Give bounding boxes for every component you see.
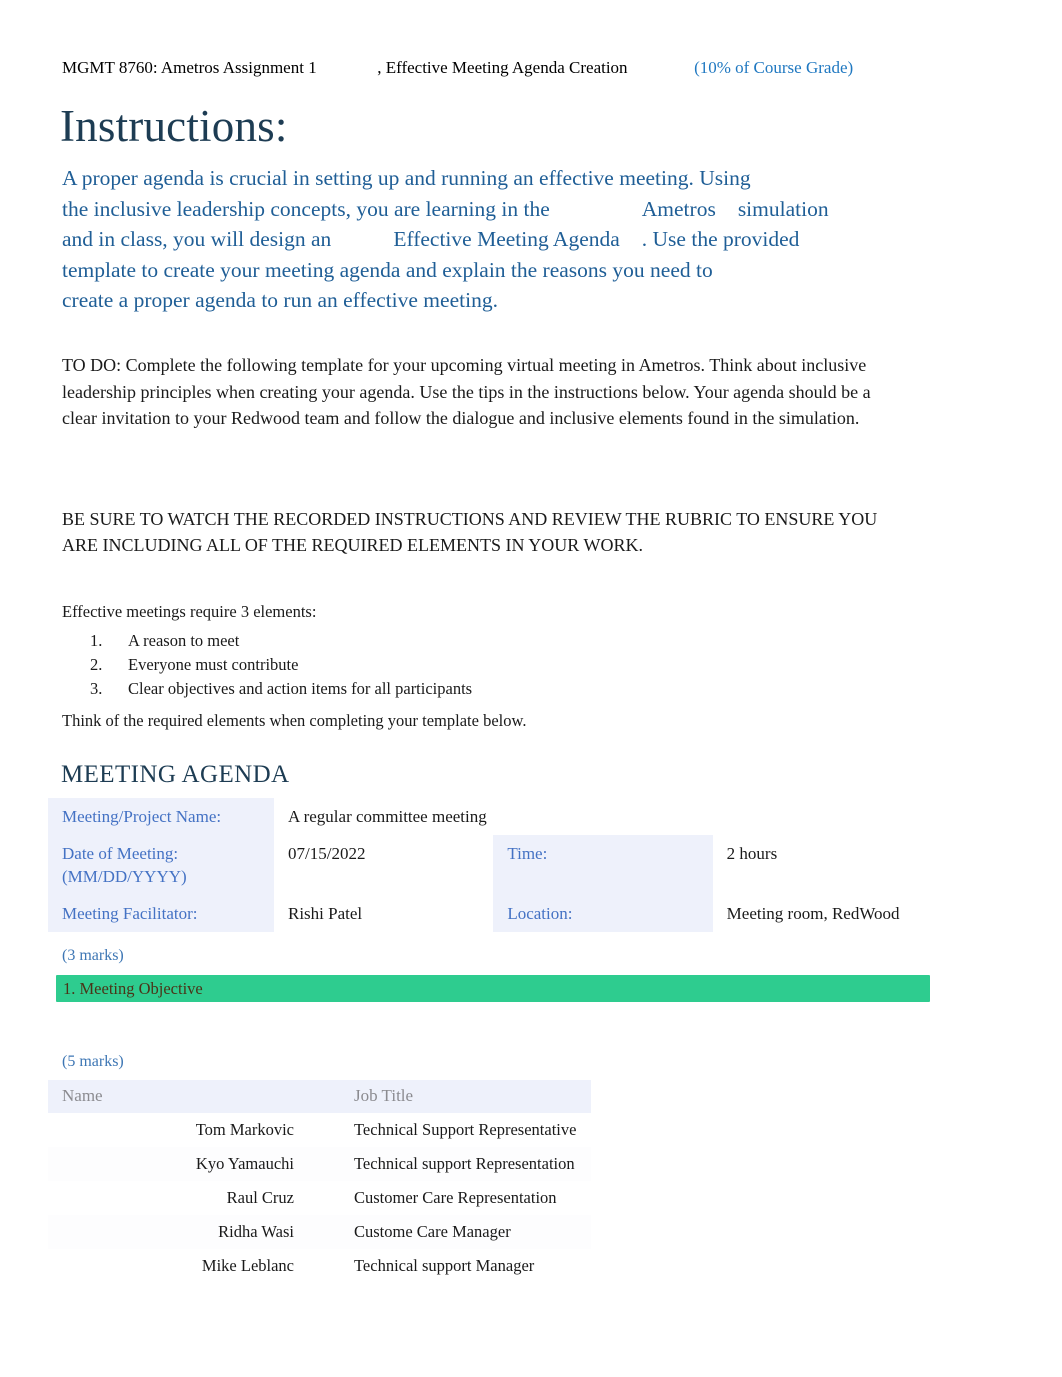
location-value[interactable]: Meeting room, RedWood — [712, 895, 932, 932]
table-row: Raul Cruz Customer Care Representation — [48, 1181, 591, 1215]
meeting-agenda-heading: MEETING AGENDA — [61, 761, 290, 788]
table-row: Tom Markovic Technical Support Represent… — [48, 1113, 591, 1147]
participant-job-title[interactable]: Technical support Representation — [340, 1147, 591, 1181]
table-row: Ridha Wasi Custome Care Manager — [48, 1215, 591, 1249]
table-row: Kyo Yamauchi Technical support Represent… — [48, 1147, 591, 1181]
be-sure-notice: BE SURE TO WATCH THE RECORDED INSTRUCTIO… — [62, 509, 878, 555]
instructions-intro-paragraph: A proper agenda is crucial in setting up… — [62, 163, 952, 316]
meeting-objective-input[interactable] — [62, 1008, 930, 1044]
meeting-project-name-value[interactable]: A regular committee meeting — [274, 798, 932, 835]
table-row: Date of Meeting: (MM/DD/YYYY) 07/15/2022… — [48, 835, 932, 895]
meeting-project-name-label: Meeting/Project Name: — [48, 798, 274, 835]
list-item-number: 3. — [90, 679, 103, 698]
intro-line-1: A proper agenda is crucial in setting up… — [62, 166, 751, 190]
time-label: Time: — [493, 835, 713, 895]
marks-5-label: (5 marks) — [62, 1053, 124, 1070]
table-row: Meeting Facilitator: Rishi Patel Locatio… — [48, 895, 932, 932]
participant-name[interactable]: Tom Markovic — [48, 1113, 340, 1147]
intro-line-3c: . Use the provided — [641, 227, 800, 251]
assignment-title: , Effective Meeting Agenda Creation — [377, 58, 628, 77]
intro-line-2a: the inclusive leadership concepts, you a… — [62, 196, 550, 221]
participant-name[interactable]: Ridha Wasi — [48, 1215, 340, 1249]
date-of-meeting-value[interactable]: 07/15/2022 — [274, 835, 494, 895]
list-item: 1. A reason to meet — [62, 630, 472, 651]
list-item-label: Everyone must contribute — [128, 655, 299, 674]
document-page: MGMT 8760: Ametros Assignment 1 , Effect… — [0, 0, 1062, 1377]
intro-effective-meeting-agenda: Effective Meeting Agenda — [393, 227, 620, 251]
meeting-facilitator-value[interactable]: Rishi Patel — [274, 895, 494, 932]
meeting-objective-heading-bar: 1. Meeting Objective — [56, 975, 930, 1002]
elements-outro: Think of the required elements when comp… — [62, 711, 527, 730]
intro-line-3a: and in class, you will design an — [62, 227, 332, 251]
document-header: MGMT 8760: Ametros Assignment 1 , Effect… — [62, 58, 962, 78]
participant-name[interactable]: Raul Cruz — [48, 1181, 340, 1215]
marks-3-label: (3 marks) — [62, 947, 124, 964]
required-elements-list: 1. A reason to meet 2. Everyone must con… — [62, 630, 472, 702]
course-grade-weight: (10% of Course Grade) — [694, 58, 854, 77]
participant-job-title[interactable]: Customer Care Representation — [340, 1181, 591, 1215]
participant-name[interactable]: Mike Leblanc — [48, 1249, 340, 1283]
intro-line-4: template to create your meeting agenda a… — [62, 257, 713, 282]
list-item-label: Clear objectives and action items for al… — [128, 679, 473, 698]
meeting-info-table: Meeting/Project Name: A regular committe… — [48, 798, 932, 932]
participant-name[interactable]: Kyo Yamauchi — [48, 1147, 340, 1181]
list-item-number: 2. — [90, 655, 103, 674]
list-item-number: 1. — [90, 631, 103, 650]
time-value[interactable]: 2 hours — [712, 835, 932, 895]
list-item: 2. Everyone must contribute — [62, 654, 472, 675]
list-item: 3. Clear objectives and action items for… — [62, 678, 472, 699]
participant-job-title[interactable]: Technical support Manager — [340, 1249, 591, 1283]
participant-job-title[interactable]: Custome Care Manager — [340, 1215, 591, 1249]
table-header-row: Name Job Title — [48, 1080, 591, 1113]
table-row: Meeting/Project Name: A regular committe… — [48, 798, 932, 835]
date-of-meeting-label: Date of Meeting: (MM/DD/YYYY) — [48, 835, 274, 895]
intro-ametros: Ametros — [641, 196, 716, 221]
course-code: MGMT 8760: Ametros Assignment 1 — [62, 58, 317, 77]
list-item-label: A reason to meet — [128, 631, 240, 650]
intro-simulation: simulation — [737, 196, 829, 221]
intro-line-5: create a proper agenda to run an effecti… — [62, 288, 498, 312]
participant-job-title[interactable]: Technical Support Representative — [340, 1113, 591, 1147]
column-header-name: Name — [48, 1080, 340, 1113]
table-row: Mike Leblanc Technical support Manager — [48, 1249, 591, 1283]
location-label: Location: — [493, 895, 713, 932]
page-title: Instructions: — [60, 101, 288, 151]
elements-intro: Effective meetings require 3 elements: — [62, 602, 317, 621]
meeting-facilitator-label: Meeting Facilitator: — [48, 895, 274, 932]
todo-paragraph: TO DO: Complete the following template f… — [62, 355, 871, 429]
participants-table: Name Job Title Tom Markovic Technical Su… — [48, 1080, 591, 1283]
column-header-job-title: Job Title — [340, 1080, 591, 1113]
